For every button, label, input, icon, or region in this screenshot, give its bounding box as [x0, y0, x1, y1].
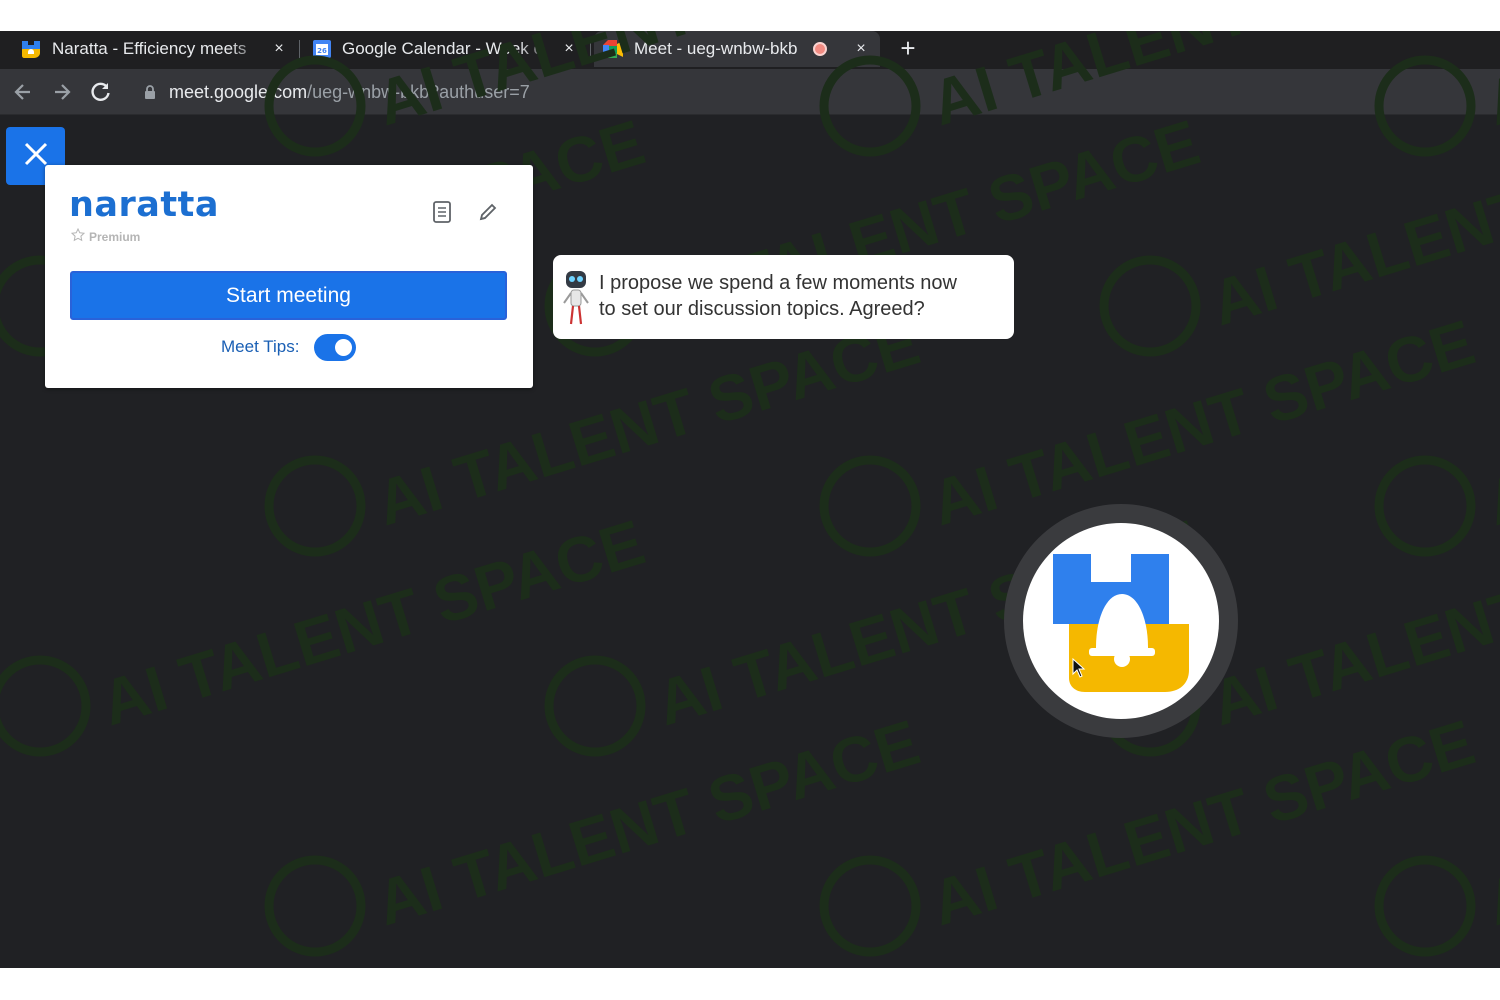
browser-window: Naratta - Efficiency meets × 26 Google C…: [0, 31, 1500, 968]
tip-line-2: to set our discussion topics. Agreed?: [599, 298, 925, 320]
premium-label: Premium: [89, 229, 141, 244]
calendar-favicon-icon: 26: [312, 39, 332, 59]
meet-favicon-icon: [602, 39, 624, 59]
address-toolbar: meet.google.com /ueg-wnbw-bkb?authuser=7: [0, 69, 1500, 115]
naratta-app-button[interactable]: [1004, 504, 1238, 738]
url-host: meet.google.com: [169, 81, 308, 102]
tab-strip: Naratta - Efficiency meets × 26 Google C…: [0, 31, 1500, 69]
new-tab-button[interactable]: +: [894, 33, 922, 63]
tip-line-1: I propose we spend a few moments now: [599, 272, 957, 294]
start-meeting-button[interactable]: Start meeting: [70, 271, 507, 320]
toggle-knob: [335, 339, 352, 356]
reload-icon[interactable]: [86, 77, 116, 107]
close-icon[interactable]: ×: [849, 36, 873, 62]
tab-meet[interactable]: Meet - ueg-wnbw-bkb ×: [594, 31, 880, 67]
address-bar[interactable]: meet.google.com /ueg-wnbw-bkb?authuser=7: [169, 80, 530, 104]
tab-google-calendar[interactable]: 26 Google Calendar - Week o ×: [304, 31, 588, 67]
tip-bubble: I propose we spend a few moments now to …: [553, 255, 1014, 339]
close-icon[interactable]: ×: [267, 36, 291, 62]
pencil-icon[interactable]: [475, 199, 501, 225]
premium-badge: Premium: [70, 227, 141, 245]
tab-title-fade: [230, 39, 264, 61]
naratta-panel: naratta Premium Start meeting Meet Tips:: [45, 165, 533, 388]
tab-meet-title: Meet - ueg-wnbw-bkb: [634, 39, 798, 58]
meet-tips-label: Meet Tips:: [221, 337, 300, 356]
svg-text:26: 26: [317, 47, 327, 55]
document-icon[interactable]: [429, 199, 455, 225]
lock-icon[interactable]: [144, 85, 156, 104]
url-path: /ueg-wnbw-bkb?authuser=7: [307, 81, 530, 102]
back-arrow-icon[interactable]: [8, 77, 38, 107]
recording-indicator-icon: [813, 42, 828, 56]
naratta-favicon-icon: [20, 38, 42, 60]
tab-separator: [299, 40, 300, 60]
meet-tips-toggle[interactable]: [314, 334, 356, 361]
naratta-logo: naratta: [69, 185, 219, 225]
cursor-icon: [1072, 657, 1086, 683]
tab-title-fade: [518, 39, 552, 61]
tab-naratta[interactable]: Naratta - Efficiency meets ×: [14, 31, 296, 67]
close-icon[interactable]: ×: [557, 36, 581, 62]
robot-icon: [561, 271, 591, 334]
tab-separator: [590, 40, 591, 60]
star-icon: [70, 227, 86, 245]
naratta-bell-logo-icon: [1023, 523, 1219, 719]
forward-arrow-icon[interactable]: [47, 77, 77, 107]
